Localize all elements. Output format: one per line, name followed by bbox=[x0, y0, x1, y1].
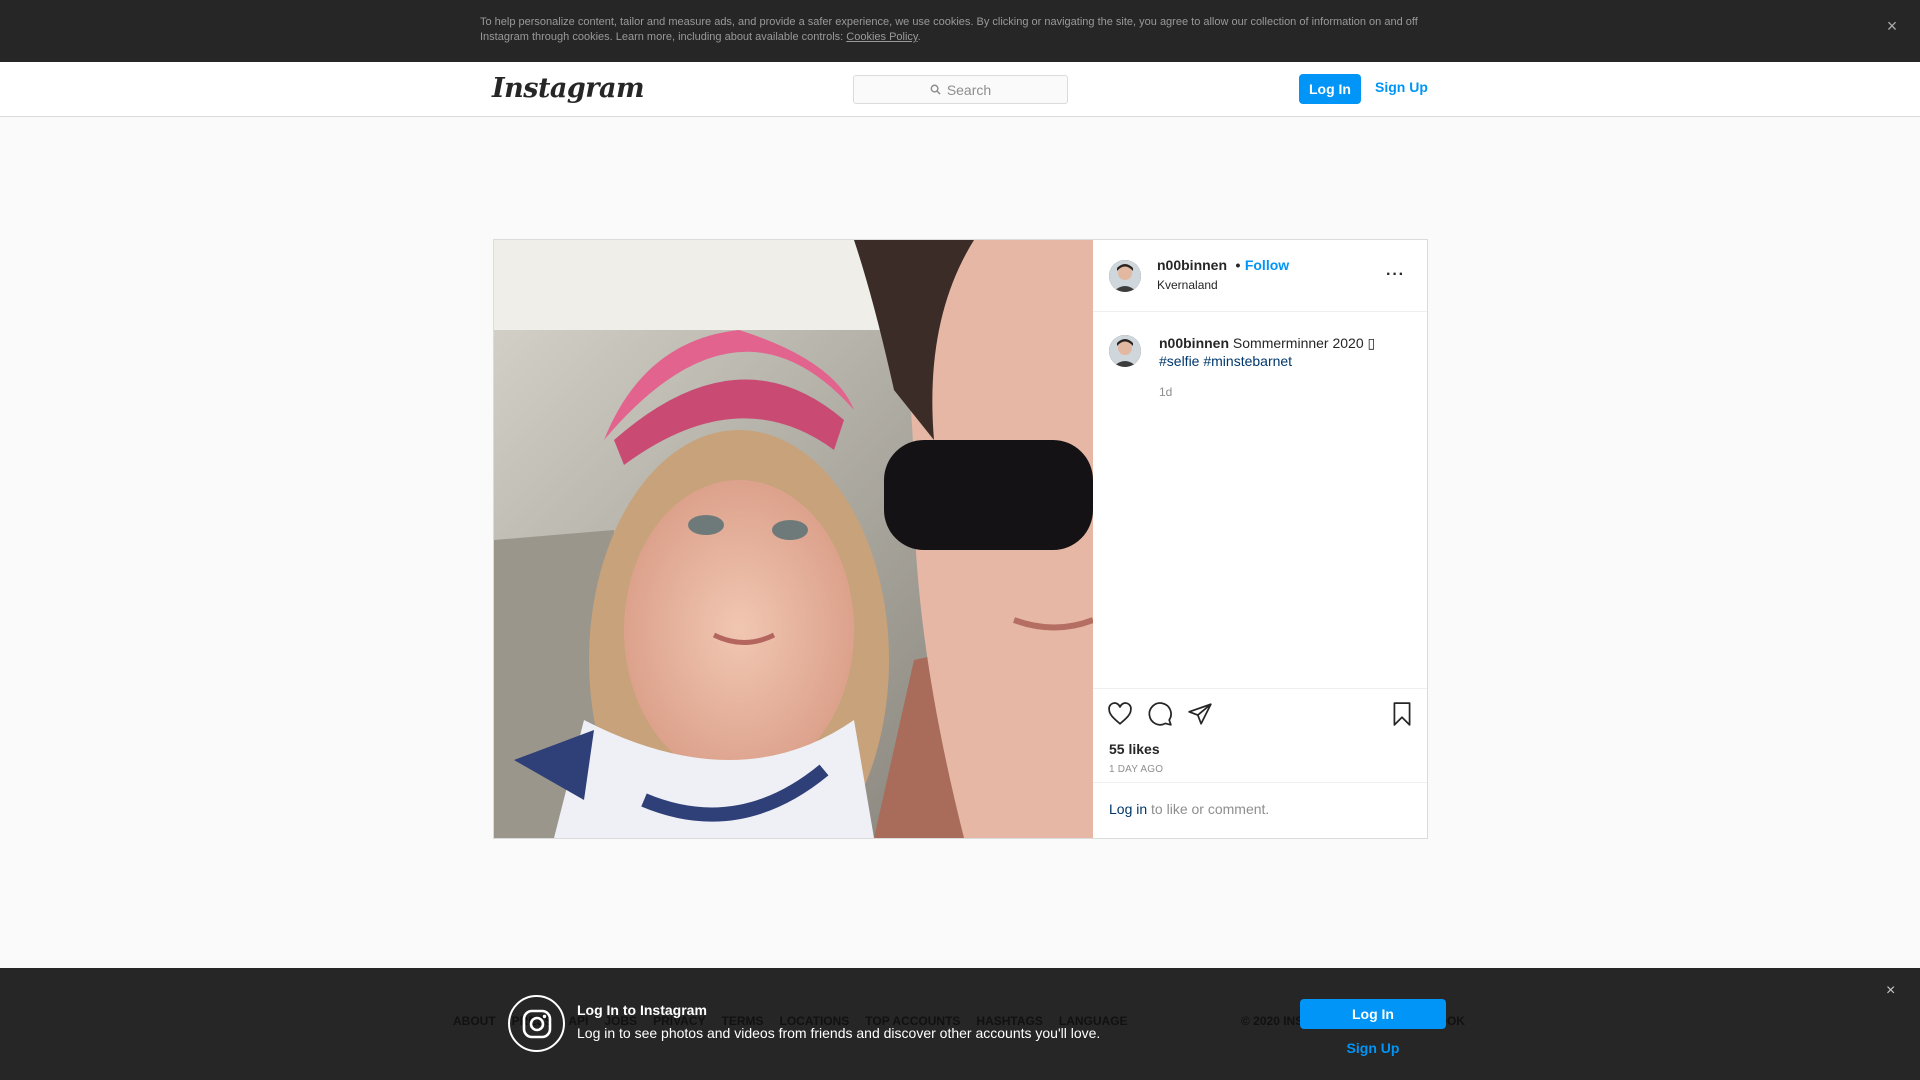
caption-username[interactable]: n00binnen bbox=[1159, 335, 1229, 351]
overlay-signup-link[interactable]: Sign Up bbox=[1300, 1040, 1446, 1056]
caption-text: Sommerminner 2020 bbox=[1232, 335, 1368, 351]
comment-prompt: Log in to like or comment. bbox=[1093, 782, 1427, 839]
bookmark-icon[interactable] bbox=[1389, 701, 1417, 729]
cookie-period: . bbox=[917, 31, 921, 43]
selfie-image bbox=[494, 240, 1093, 838]
post-sidebar: n00binnen • Follow Kvernaland ··· n00bin… bbox=[1093, 240, 1427, 838]
post-photo[interactable] bbox=[494, 240, 1093, 838]
post-username[interactable]: n00binnen bbox=[1157, 257, 1227, 273]
search-icon bbox=[930, 84, 941, 95]
login-button[interactable]: Log In bbox=[1299, 74, 1361, 104]
overlay-login-button[interactable]: Log In bbox=[1300, 999, 1446, 1029]
login-prompt-title: Log In to Instagram bbox=[577, 1002, 707, 1018]
share-icon[interactable] bbox=[1187, 701, 1215, 729]
comment-icon[interactable] bbox=[1147, 701, 1175, 729]
caption-emoji: ▯ bbox=[1367, 335, 1376, 351]
top-navbar: Instagram Search Log In Sign Up bbox=[0, 62, 1920, 117]
avatar[interactable] bbox=[1109, 260, 1141, 292]
caption-avatar-image bbox=[1109, 335, 1141, 367]
post-timestamp: 1 DAY AGO bbox=[1109, 764, 1164, 775]
more-options-icon[interactable]: ··· bbox=[1386, 266, 1405, 284]
search-placeholder: Search bbox=[946, 81, 992, 98]
like-heart-icon[interactable] bbox=[1107, 701, 1135, 729]
instagram-logo[interactable]: Instagram bbox=[492, 73, 645, 104]
cookie-banner: To help personalize content, tailor and … bbox=[0, 0, 1920, 62]
cookie-close-icon[interactable]: × bbox=[1882, 16, 1902, 36]
caption-timestamp: 1d bbox=[1159, 385, 1173, 399]
footer: ABOUT PRESS API JOBS PRIVACY TERMS LOCAT… bbox=[0, 968, 1920, 1080]
hashtag-link[interactable]: #selfie bbox=[1159, 353, 1199, 369]
footer-link[interactable]: ABOUT bbox=[453, 1014, 496, 1028]
signup-link[interactable]: Sign Up bbox=[1375, 79, 1428, 95]
hashtag-link[interactable]: #minstebarnet bbox=[1203, 353, 1292, 369]
post-actions: 55 likes 1 DAY AGO Log in to like or com… bbox=[1093, 688, 1427, 838]
comment-prompt-text: to like or comment. bbox=[1147, 801, 1270, 817]
search-input[interactable]: Search bbox=[853, 75, 1068, 104]
post-caption: n00binnen Sommerminner 2020 ▯ #selfie #m… bbox=[1159, 334, 1399, 370]
like-count[interactable]: 55 likes bbox=[1109, 741, 1160, 757]
post-header: n00binnen • Follow Kvernaland ··· bbox=[1093, 240, 1427, 312]
follow-button[interactable]: Follow bbox=[1245, 257, 1289, 273]
avatar-image bbox=[1109, 260, 1141, 292]
overlay-close-icon[interactable]: × bbox=[1886, 982, 1895, 1000]
cookies-policy-link[interactable]: Cookies Policy bbox=[846, 31, 917, 43]
post-location[interactable]: Kvernaland bbox=[1157, 278, 1218, 292]
caption-avatar[interactable] bbox=[1109, 335, 1141, 367]
login-prompt-subtitle: Log in to see photos and videos from fri… bbox=[577, 1025, 1101, 1041]
cookie-message: To help personalize content, tailor and … bbox=[480, 16, 1418, 43]
instagram-camera-icon bbox=[508, 995, 565, 1052]
cookie-text: To help personalize content, tailor and … bbox=[480, 15, 1440, 45]
login-link[interactable]: Log in bbox=[1109, 801, 1147, 817]
follow-separator: • bbox=[1235, 257, 1241, 273]
post-card: n00binnen • Follow Kvernaland ··· n00bin… bbox=[493, 239, 1428, 839]
